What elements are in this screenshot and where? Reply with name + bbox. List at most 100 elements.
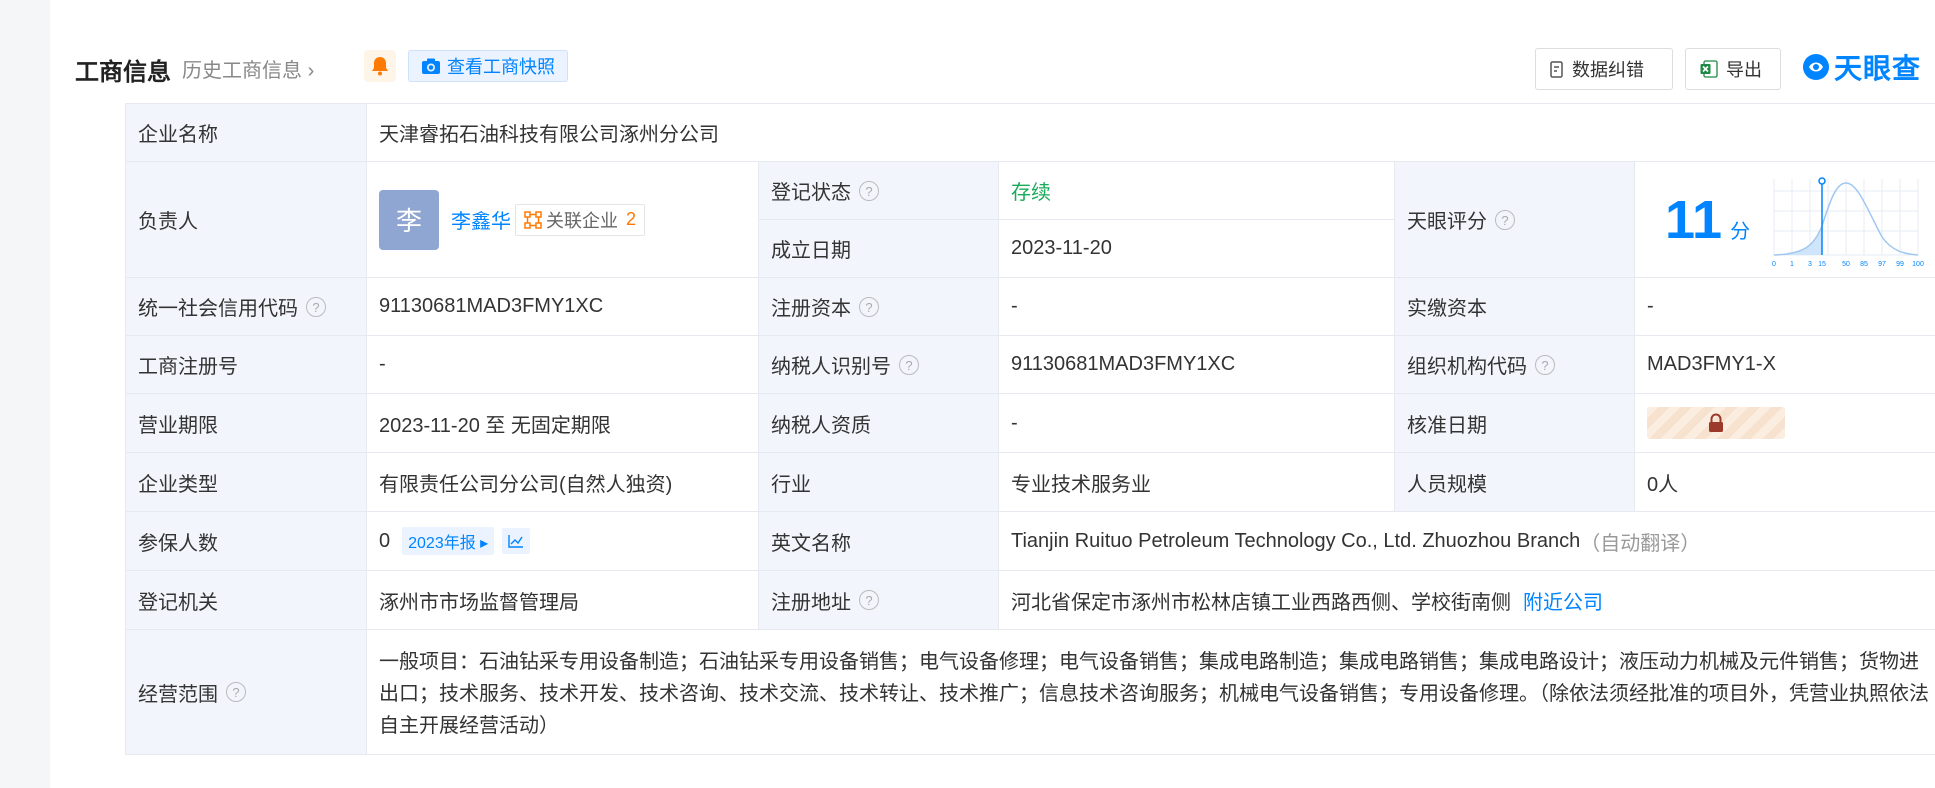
score-tick: 0	[1772, 261, 1776, 268]
score-tick: 85	[1860, 261, 1868, 268]
est-date-label: 成立日期	[759, 220, 999, 278]
help-icon[interactable]: ?	[859, 296, 879, 317]
est-date-value: 2023-11-20	[999, 220, 1395, 278]
approve-date-label: 核准日期	[1395, 394, 1635, 453]
approve-date-cell	[1635, 394, 1935, 453]
caret-right-icon: ▸	[475, 535, 489, 552]
annual-report-link[interactable]: 2023年报 ▸	[402, 527, 495, 555]
score-distribution-chart: 0 1 3 15 50 85 97 99 100	[1772, 176, 1924, 268]
snapshot-button-label: 查看工商快照	[447, 57, 555, 77]
bell-icon	[372, 57, 388, 76]
history-link[interactable]: 历史工商信息 ›	[182, 54, 314, 83]
credit-code-label-text: 统一社会信用代码	[138, 298, 298, 320]
insured-label: 参保人数	[126, 512, 367, 571]
term-value: 2023-11-20 至 无固定期限	[367, 394, 759, 453]
export-button[interactable]: 导出	[1685, 48, 1781, 90]
logo-text: 天眼查	[1834, 53, 1922, 84]
staff-value: 0人	[1635, 453, 1935, 512]
reg-status-label-text: 登记状态	[771, 182, 851, 204]
network-icon	[524, 210, 542, 229]
line-chart-icon	[508, 535, 524, 548]
taxpayer-id-label: 纳税人识别号?	[759, 336, 999, 394]
tianyan-score-unit: 分	[1730, 221, 1751, 243]
reg-capital-label: 注册资本?	[759, 278, 999, 336]
locked-content-button[interactable]	[1647, 407, 1785, 439]
help-icon[interactable]: ?	[859, 180, 879, 201]
credit-code-value: 91130681MAD3FMY1XC	[367, 278, 759, 336]
history-link-label: 历史工商信息	[182, 60, 302, 82]
score-tick: 15	[1818, 261, 1826, 268]
lock-icon	[1709, 413, 1723, 432]
tax-qual-value: -	[999, 394, 1395, 453]
org-code-value: MAD3FMY1-X	[1635, 336, 1935, 394]
annual-report-label: 2023年报	[408, 535, 476, 552]
tianyan-score-label: 天眼评分?	[1395, 162, 1635, 278]
scope-label: 经营范围?	[126, 630, 367, 754]
industry-label: 行业	[759, 453, 999, 512]
leader-name-link[interactable]: 李鑫华	[451, 205, 511, 234]
term-label: 营业期限	[126, 394, 367, 453]
related-companies-button[interactable]: 关联企业 2	[515, 203, 646, 236]
company-name-value: 天津睿拓石油科技有限公司涿州分公司	[367, 104, 1935, 162]
industry-value: 专业技术服务业	[999, 453, 1395, 512]
address-label: 注册地址?	[759, 571, 999, 630]
tianyan-score-cell[interactable]: 11 分 0 1 3 15 50 85 97 99 100	[1635, 162, 1935, 278]
authority-value: 涿州市市场监督管理局	[367, 571, 759, 630]
biz-reg-no-value: -	[367, 336, 759, 394]
english-name-cell: Tianjin Ruituo Petroleum Technology Co.,…	[999, 512, 1935, 571]
section-header: 工商信息 历史工商信息 › 查看工商快照 数据纠错 导出 天眼查	[75, 48, 1935, 90]
camera-icon	[422, 58, 440, 74]
reg-capital-label-text: 注册资本	[771, 298, 851, 320]
address-cell: 河北省保定市涿州市松林店镇工业西路西侧、学校街南侧 附近公司	[999, 571, 1935, 630]
tianyan-score-label-text: 天眼评分	[1407, 211, 1487, 233]
scope-value: 一般项目：石油钻采专用设备制造；石油钻采专用设备销售；电气设备修理；电气设备销售…	[379, 651, 1929, 737]
org-code-label-text: 组织机构代码	[1407, 356, 1527, 378]
trend-chart-button[interactable]	[502, 528, 531, 554]
credit-code-label: 统一社会信用代码?	[126, 278, 367, 336]
business-info-card: 工商信息 历史工商信息 › 查看工商快照 数据纠错 导出 天眼查 企业名称 天津…	[50, 0, 1935, 788]
tax-qual-label: 纳税人资质	[759, 394, 999, 453]
auto-translate-note: （自动翻译）	[1580, 532, 1701, 555]
score-tick: 3	[1808, 261, 1812, 268]
reg-status-value: 存续	[999, 162, 1395, 220]
help-icon[interactable]: ?	[306, 296, 326, 317]
help-icon[interactable]: ?	[899, 354, 919, 375]
business-info-table: 企业名称 天津睿拓石油科技有限公司涿州分公司 负责人 李 李鑫华 关联企业 2 …	[125, 103, 1935, 755]
help-icon[interactable]: ?	[226, 682, 246, 702]
edit-document-icon	[1550, 60, 1563, 78]
paid-capital-label: 实缴资本	[1395, 278, 1635, 336]
type-label: 企业类型	[126, 453, 367, 512]
section-title: 工商信息	[75, 59, 171, 86]
nearby-companies-link[interactable]: 附近公司	[1523, 586, 1603, 615]
export-label: 导出	[1726, 60, 1762, 80]
address-label-text: 注册地址	[771, 591, 851, 614]
reg-status-label: 登记状态?	[759, 162, 999, 220]
score-tick: 97	[1878, 261, 1886, 268]
score-tick: 50	[1842, 261, 1850, 268]
avatar: 李	[379, 189, 439, 250]
data-correction-button[interactable]: 数据纠错	[1535, 48, 1673, 90]
tianyancha-logo: 天眼查	[1801, 48, 1921, 86]
help-icon[interactable]: ?	[859, 590, 879, 610]
help-icon[interactable]: ?	[1495, 209, 1515, 230]
related-companies-count: 2	[626, 209, 637, 229]
reg-capital-value: -	[999, 278, 1395, 336]
paid-capital-value: -	[1635, 278, 1935, 336]
biz-reg-no-label: 工商注册号	[126, 336, 367, 394]
company-name-label: 企业名称	[126, 104, 367, 162]
english-name-label: 英文名称	[759, 512, 999, 571]
help-icon[interactable]: ?	[1535, 354, 1555, 375]
english-name-value: Tianjin Ruituo Petroleum Technology Co.,…	[1011, 529, 1581, 552]
scope-label-text: 经营范围	[138, 683, 218, 706]
address-value: 河北省保定市涿州市松林店镇工业西路西侧、学校街南侧	[1011, 591, 1511, 614]
org-code-label: 组织机构代码?	[1395, 336, 1635, 394]
snapshot-button[interactable]: 查看工商快照	[408, 50, 568, 82]
score-tick: 99	[1896, 261, 1904, 268]
insured-value: 0	[379, 529, 391, 552]
insured-cell: 0 2023年报 ▸	[367, 512, 759, 571]
excel-icon	[1700, 60, 1718, 78]
score-tick: 1	[1790, 261, 1794, 268]
bell-button[interactable]	[364, 50, 396, 82]
leader-cell: 李 李鑫华 关联企业 2	[367, 162, 759, 278]
chevron-right-icon: ›	[307, 60, 315, 82]
